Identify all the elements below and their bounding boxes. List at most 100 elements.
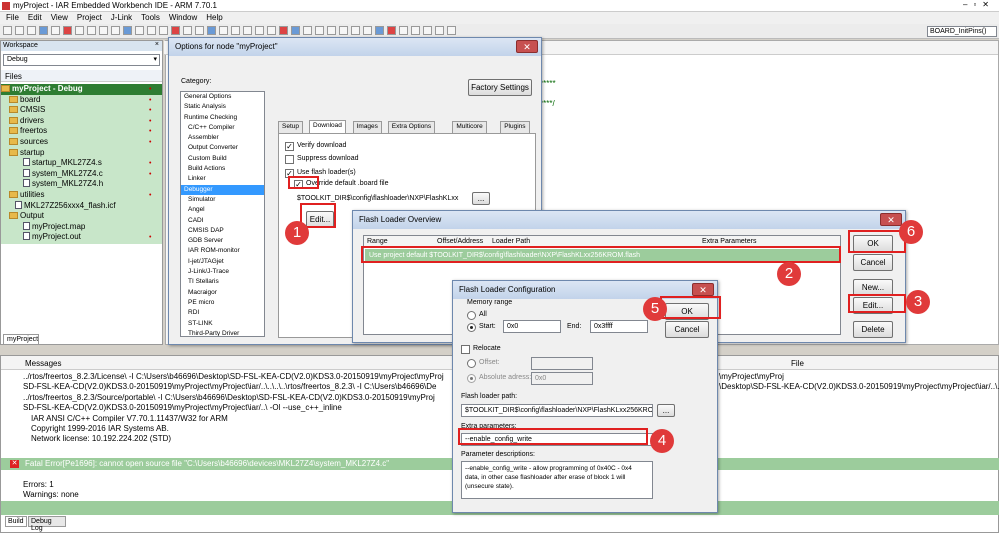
toolbar-icon[interactable]	[351, 26, 360, 35]
category-item[interactable]: Build Actions	[181, 164, 264, 174]
toolbar-icon[interactable]	[255, 26, 264, 35]
offset-field[interactable]	[531, 357, 593, 370]
toolbar-icon[interactable]	[99, 26, 108, 35]
category-item[interactable]: Angel	[181, 205, 264, 215]
tree-item[interactable]: utilities •	[1, 190, 162, 201]
tab-multicore[interactable]: Multicore	[452, 121, 487, 133]
tree-item[interactable]: startup	[1, 148, 162, 159]
relocate-checkbox[interactable]	[461, 345, 470, 354]
suppress-checkbox[interactable]	[285, 155, 294, 164]
toolbar-icon[interactable]	[207, 26, 216, 35]
close-icon[interactable]: ×	[155, 41, 159, 48]
category-item[interactable]: Static Analysis	[181, 102, 264, 112]
category-item[interactable]: CMSIS DAP	[181, 226, 264, 236]
category-item[interactable]: Linker	[181, 174, 264, 184]
tree-item[interactable]: Output	[1, 211, 162, 222]
toolbar-icon[interactable]	[39, 26, 48, 35]
category-item[interactable]: IAR ROM-monitor	[181, 246, 264, 256]
category-item[interactable]: Third-Party Driver	[181, 329, 264, 336]
offset-radio[interactable]	[467, 359, 476, 368]
start-radio[interactable]	[467, 323, 476, 332]
toolbar-icon[interactable]	[243, 26, 252, 35]
end-field[interactable]: 0x3ffff	[590, 320, 648, 333]
start-field[interactable]: 0x0	[503, 320, 561, 333]
menu-item-window[interactable]: Window	[169, 13, 197, 22]
tab-build[interactable]: Build	[5, 516, 27, 527]
menu-item-tools[interactable]: Tools	[141, 13, 160, 22]
category-item[interactable]: GDB Server	[181, 236, 264, 246]
menu-item-project[interactable]: Project	[77, 13, 102, 22]
toolbar-icon[interactable]	[15, 26, 24, 35]
toolbar-icon[interactable]	[267, 26, 276, 35]
toolbar-icon[interactable]	[147, 26, 156, 35]
category-item[interactable]: J-Link/J-Trace	[181, 267, 264, 277]
close-icon[interactable]: ✕	[692, 283, 714, 296]
category-item[interactable]: CADI	[181, 216, 264, 226]
overview-delete-button[interactable]: Delete	[853, 321, 893, 338]
factory-settings-button[interactable]: Factory Settings	[468, 79, 532, 96]
window-controls[interactable]: –▫✕	[963, 0, 995, 9]
board-browse-button[interactable]: ...	[472, 192, 490, 205]
tree-item[interactable]: myProject.out •	[1, 232, 162, 243]
toolbar-icon[interactable]	[171, 26, 180, 35]
tree-item[interactable]: freertos •	[1, 126, 162, 137]
toolbar-icon[interactable]	[195, 26, 204, 35]
tree-item[interactable]: system_MKL27Z4.c •	[1, 168, 162, 180]
tab-debug-log[interactable]: Debug Log	[28, 516, 66, 532]
toolbar-icon[interactable]	[135, 26, 144, 35]
toolbar-icon[interactable]	[303, 26, 312, 35]
loader-path-browse-button[interactable]: ...	[657, 404, 675, 417]
toolbar-icon[interactable]	[51, 26, 60, 35]
tab-images[interactable]: Images	[352, 121, 382, 133]
toolbar-icon[interactable]	[423, 26, 432, 35]
category-item[interactable]: PE micro	[181, 298, 264, 308]
tree-item[interactable]: myProject - Debug •	[1, 84, 162, 95]
toolbar-icon[interactable]	[399, 26, 408, 35]
toolbar-icon[interactable]	[183, 26, 192, 35]
tree-item[interactable]: myProject.map	[1, 221, 162, 233]
menu-item-help[interactable]: Help	[206, 13, 222, 22]
all-radio[interactable]	[467, 311, 476, 320]
category-list[interactable]: General Options Static Analysis Runtime Ch…	[180, 91, 265, 337]
workspace-tab[interactable]: myProject	[3, 334, 39, 345]
toolbar-icon[interactable]	[315, 26, 324, 35]
close-icon[interactable]: ✕	[516, 40, 538, 53]
category-item[interactable]: General Options	[181, 92, 264, 102]
close-icon[interactable]: ✕	[880, 213, 902, 226]
category-item[interactable]: RDI	[181, 308, 264, 318]
absolute-radio[interactable]	[467, 374, 476, 383]
tree-item[interactable]: CMSIS •	[1, 105, 162, 116]
tab-extraoptions[interactable]: Extra Options	[387, 121, 436, 133]
toolbar-icon[interactable]	[111, 26, 120, 35]
verify-checkbox[interactable]: ✓	[285, 142, 294, 151]
toolbar-icon[interactable]	[27, 26, 36, 35]
toolbar-icon[interactable]	[375, 26, 384, 35]
toolbar-icon[interactable]	[159, 26, 168, 35]
tree-item[interactable]: board •	[1, 95, 162, 106]
tree-item[interactable]: startup_MKL27Z4.s •	[1, 158, 162, 169]
toolbar-icon[interactable]	[63, 26, 72, 35]
toolbar-icon[interactable]	[291, 26, 300, 35]
category-item[interactable]: I-jet/JTAGjet	[181, 257, 264, 267]
tree-item[interactable]: sources •	[1, 137, 162, 148]
menu-item-jlink[interactable]: J-Link	[111, 13, 132, 22]
category-item[interactable]: Macraigor	[181, 288, 264, 298]
toolbar-icon[interactable]	[447, 26, 456, 35]
function-combo[interactable]: BOARD_InitPins()	[927, 26, 997, 37]
toolbar-icon[interactable]	[411, 26, 420, 35]
tab-plugins[interactable]: Plugins	[500, 121, 530, 133]
toolbar-icon[interactable]	[363, 26, 372, 35]
toolbar-icon[interactable]	[435, 26, 444, 35]
category-item[interactable]: ST-LINK	[181, 319, 264, 329]
config-select[interactable]: Debug ▾	[3, 54, 160, 66]
category-item[interactable]: C/C++ Compiler	[181, 123, 264, 133]
tree-item[interactable]: drivers •	[1, 116, 162, 127]
toolbar-icon[interactable]	[75, 26, 84, 35]
category-item[interactable]: Custom Build	[181, 154, 264, 164]
menu-item-edit[interactable]: Edit	[28, 13, 42, 22]
loader-path-field[interactable]: $TOOLKIT_DIR$\config\flashloader\NXP\Fla…	[461, 404, 653, 417]
toolbar-icon[interactable]	[219, 26, 228, 35]
config-cancel-button[interactable]: Cancel	[665, 321, 709, 338]
toolbar-icon[interactable]	[87, 26, 96, 35]
absolute-field[interactable]: 0x0	[531, 372, 593, 385]
